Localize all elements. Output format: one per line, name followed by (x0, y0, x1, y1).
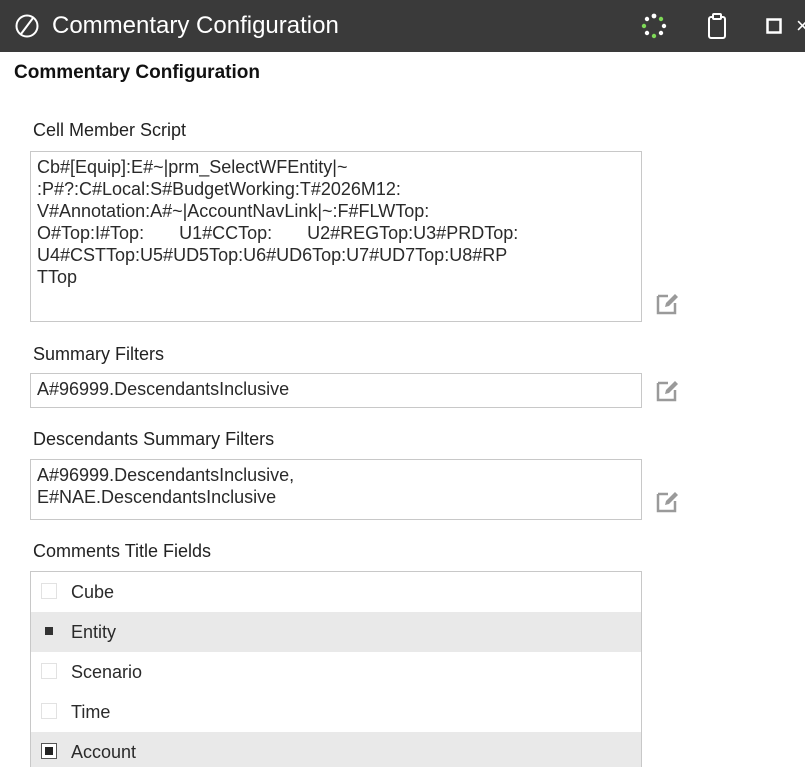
list-item-label: Scenario (71, 662, 143, 682)
descendants-filter-line: E#NAE.DescendantsInclusive (37, 487, 277, 507)
list-item-cube[interactable]: Cube (31, 572, 641, 612)
checkbox[interactable] (41, 663, 57, 679)
cell-member-script-field[interactable]: Cb#[Equip]:E#~|prm_SelectWFEntity|~ :P#?… (30, 151, 642, 322)
checkbox[interactable] (41, 623, 57, 639)
descendants-summary-filters-field[interactable]: A#96999.DescendantsInclusive, E#NAE.Desc… (30, 459, 642, 520)
script-line: :P#?:C#Local:S#BudgetWorking:T#2026M12: (37, 179, 401, 199)
comments-title-fields-list: Cube Entity Scenario Time Account (30, 571, 642, 767)
checkbox[interactable] (41, 743, 57, 759)
descendants-summary-filters-label: Descendants Summary Filters (33, 429, 275, 449)
edit-summary-filters-icon[interactable] (655, 377, 681, 403)
window-titlebar: Commentary Configuration × (0, 0, 805, 52)
list-item-account[interactable]: Account (31, 732, 641, 767)
checkbox[interactable] (41, 583, 57, 599)
descendants-filter-line: A#96999.DescendantsInclusive, (37, 465, 295, 485)
checkbox[interactable] (41, 703, 57, 719)
list-item-label: Entity (71, 622, 117, 642)
edit-cell-member-script-icon[interactable] (655, 290, 681, 316)
loading-spinner-icon (641, 13, 667, 39)
summary-filters-value: A#96999.DescendantsInclusive (37, 379, 290, 399)
window-title: Commentary Configuration (52, 12, 339, 39)
cell-member-script-label: Cell Member Script (33, 120, 187, 140)
script-line: V#Annotation:A#~|AccountNavLink|~:F#FLWT… (37, 201, 430, 221)
clipboard-icon[interactable] (706, 12, 728, 40)
list-item-time[interactable]: Time (31, 692, 641, 732)
panel-heading: Commentary Configuration (14, 62, 260, 83)
list-item-entity[interactable]: Entity (31, 612, 641, 652)
list-item-label: Time (71, 702, 111, 722)
edit-descendants-summary-filters-icon[interactable] (655, 488, 681, 514)
script-line: Cb#[Equip]:E#~|prm_SelectWFEntity|~ (37, 157, 348, 177)
onestream-logo-icon (15, 14, 39, 38)
script-line: TTop (37, 267, 78, 287)
list-item-label: Cube (71, 582, 115, 602)
script-line: O#Top:I#Top: U1#CCTop: U2#REGTop:U3#PRDT… (37, 223, 519, 243)
script-line: U4#CSTTop:U5#UD5Top:U6#UD6Top:U7#UD7Top:… (37, 245, 508, 265)
summary-filters-label: Summary Filters (33, 344, 165, 364)
list-item-label: Account (71, 742, 137, 762)
summary-filters-field[interactable]: A#96999.DescendantsInclusive (30, 373, 642, 408)
maximize-icon[interactable] (766, 18, 782, 34)
close-icon[interactable]: × (796, 14, 805, 38)
list-item-scenario[interactable]: Scenario (31, 652, 641, 692)
comments-title-fields-label: Comments Title Fields (33, 541, 212, 561)
